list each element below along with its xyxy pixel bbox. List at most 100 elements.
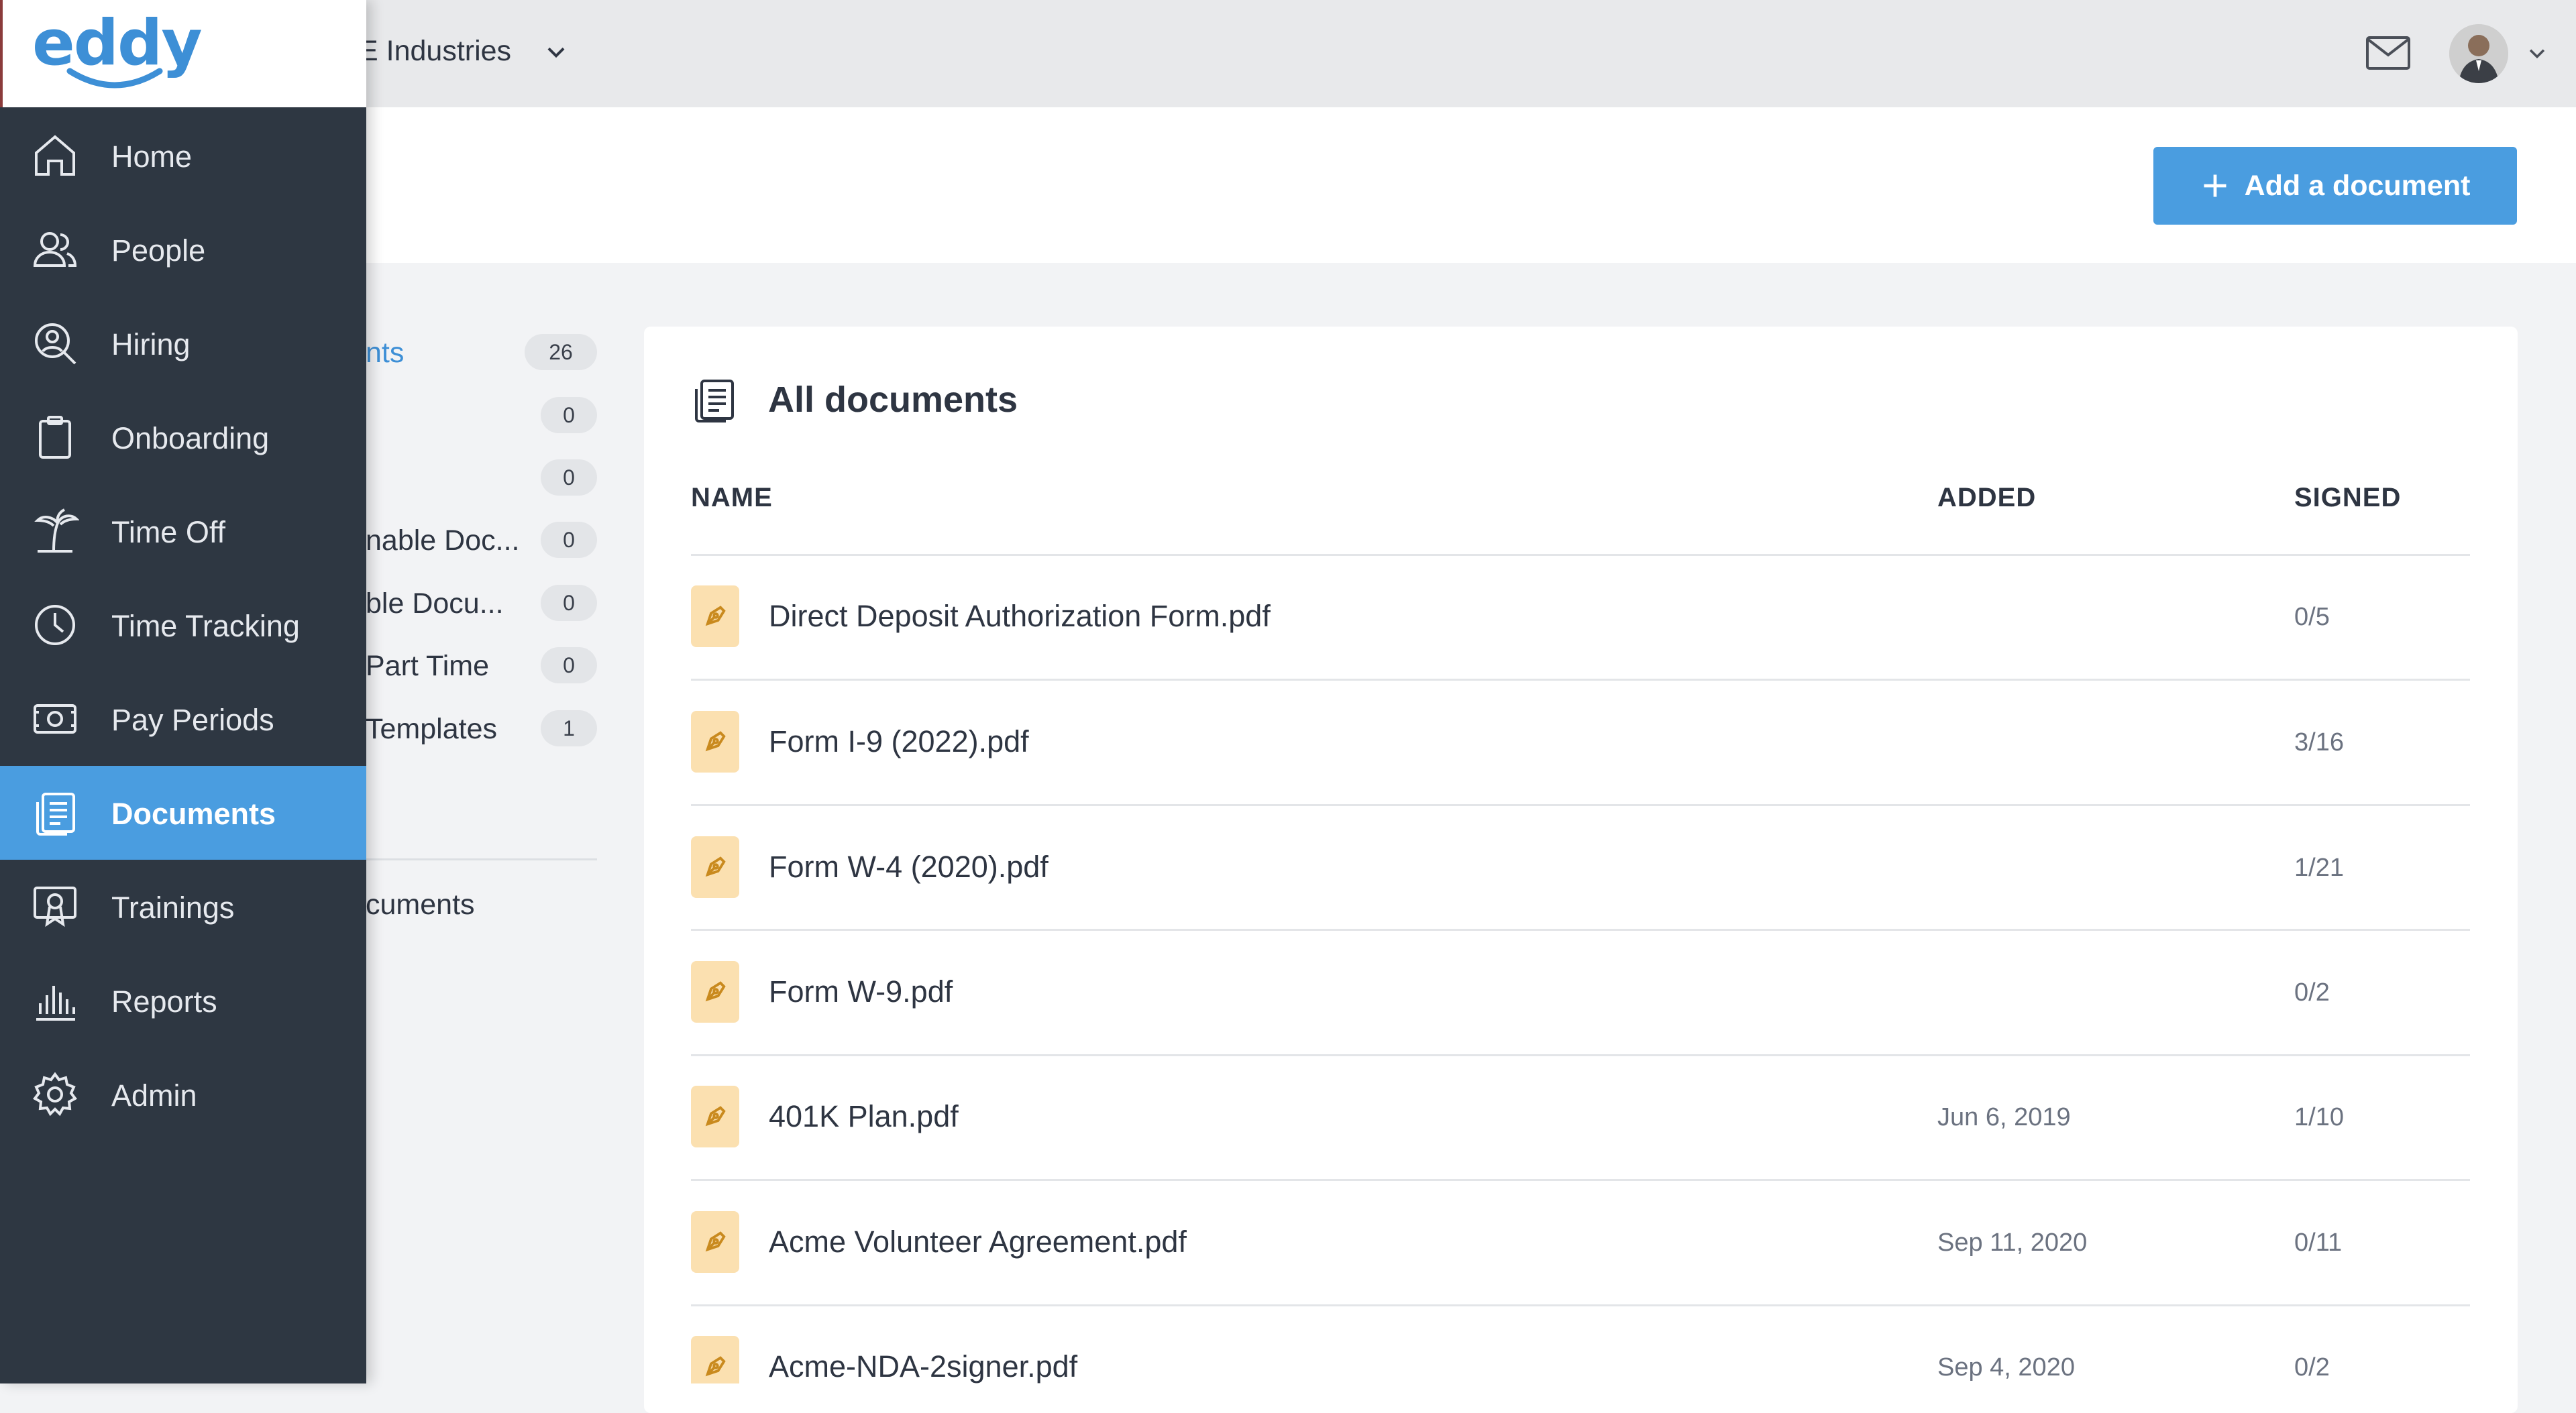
folder-count-badge: 0 <box>541 397 597 433</box>
bar-chart-icon <box>36 986 75 1021</box>
divider <box>366 858 597 860</box>
add-document-button[interactable]: Add a document <box>2153 147 2517 225</box>
table-row[interactable]: Form W-9.pdf 0/2 <box>691 961 2470 1084</box>
people-icon <box>33 232 77 267</box>
sidebar-item-label: Home <box>111 139 193 174</box>
divider <box>691 554 2470 556</box>
plus-icon <box>2204 174 2226 197</box>
page-title: All documents <box>768 380 1018 420</box>
table-row[interactable]: Form I-9 (2022).pdf 3/16 <box>691 711 2470 834</box>
sidebar-item-time-tracking[interactable]: Time Tracking <box>0 578 366 672</box>
divider <box>691 804 2470 806</box>
folder-count-badge: 0 <box>541 647 597 683</box>
sidebar-item-documents[interactable]: Documents <box>0 766 366 860</box>
table-row[interactable]: Direct Deposit Authorization Form.pdf 0/… <box>691 585 2470 709</box>
documents-icon <box>36 793 75 836</box>
document-name[interactable]: Form W-4 (2020).pdf <box>769 850 1049 885</box>
document-file-icon <box>691 585 739 647</box>
document-added: Sep 4, 2020 <box>1937 1353 2075 1381</box>
palm-tree-icon <box>34 508 79 553</box>
folder-count-badge: 0 <box>541 459 597 496</box>
document-signed: 0/11 <box>2294 1229 2343 1257</box>
document-name[interactable]: Acme-NDA-2signer.pdf <box>769 1349 1077 1383</box>
document-file-icon <box>691 1086 739 1147</box>
document-file-icon <box>691 711 739 773</box>
document-file-icon <box>691 1211 739 1273</box>
sidebar-item-label: Onboarding <box>111 421 270 455</box>
sidebar-item-hiring[interactable]: Hiring <box>0 296 366 390</box>
sidebar-item-label: Admin <box>111 1078 197 1113</box>
document-added: Sep 11, 2020 <box>1937 1229 2088 1257</box>
column-header-name[interactable]: NAME <box>691 483 773 513</box>
document-name[interactable]: Acme Volunteer Agreement.pdf <box>769 1225 1187 1259</box>
document-added: Jun 6, 2019 <box>1937 1103 2071 1131</box>
folder-label: ble Docu... <box>366 587 504 620</box>
avatar[interactable] <box>2449 24 2508 83</box>
folder-count-badge: 26 <box>525 334 597 370</box>
clipboard-icon <box>39 416 71 459</box>
sidebar-item-pay-periods[interactable]: Pay Periods <box>0 672 366 766</box>
top-bar: E Industries <box>0 0 2576 107</box>
column-header-signed[interactable]: SIGNED <box>2294 483 2401 513</box>
company-switcher[interactable]: E Industries <box>359 35 569 68</box>
logo-smile-icon <box>66 68 163 89</box>
trainings-icon <box>34 887 76 927</box>
document-name[interactable]: 401K Plan.pdf <box>769 1099 959 1134</box>
money-icon <box>34 704 76 734</box>
sidebar-item-label: Time Off <box>111 515 226 549</box>
gear-icon <box>33 1072 77 1117</box>
sidebar-item-label: People <box>111 233 206 268</box>
sidebar-item-admin[interactable]: Admin <box>0 1048 366 1141</box>
table-row[interactable]: Acme-NDA-2signer.pdf Sep 4, 2020 0/2 <box>691 1336 2470 1383</box>
sidebar-item-label: Hiring <box>111 327 191 361</box>
document-signed: 1/21 <box>2294 854 2344 882</box>
clock-icon <box>35 605 75 645</box>
logo[interactable]: eddy <box>0 0 366 107</box>
folder-count-badge: 1 <box>541 710 597 746</box>
document-file-icon <box>691 961 739 1023</box>
document-signed: 0/2 <box>2294 1353 2330 1381</box>
sidebar-item-label: Reports <box>111 984 217 1019</box>
folder-label: Part Time <box>366 650 489 682</box>
table-row[interactable]: 401K Plan.pdf Jun 6, 2019 1/10 <box>691 1086 2470 1209</box>
column-header-added[interactable]: ADDED <box>1937 483 2036 513</box>
user-photo-icon <box>2449 24 2508 83</box>
chevron-down-icon[interactable] <box>2526 42 2548 64</box>
divider <box>691 1304 2470 1306</box>
mail-icon[interactable] <box>2365 34 2412 72</box>
sidebar-item-onboarding[interactable]: Onboarding <box>0 390 366 484</box>
sidebar-item-label: Time Tracking <box>111 609 300 643</box>
divider <box>691 1179 2470 1181</box>
sidebar-item-reports[interactable]: Reports <box>0 954 366 1048</box>
divider <box>691 679 2470 681</box>
divider <box>691 1054 2470 1056</box>
documents-icon <box>695 380 734 422</box>
folder-count-badge: 0 <box>541 522 597 558</box>
sidebar-item-home[interactable]: Home <box>0 109 366 203</box>
chevron-down-icon <box>547 47 565 58</box>
divider <box>691 929 2470 931</box>
sidebar-item-time-off[interactable]: Time Off <box>0 484 366 578</box>
document-name[interactable]: Direct Deposit Authorization Form.pdf <box>769 599 1271 634</box>
sidebar: eddy Home People Hiring Onboarding Time … <box>0 0 366 1383</box>
sidebar-item-trainings[interactable]: Trainings <box>0 860 366 954</box>
sidebar-item-label: Pay Periods <box>111 703 274 737</box>
home-icon <box>35 135 75 176</box>
table-row[interactable]: Acme Volunteer Agreement.pdf Sep 11, 202… <box>691 1211 2470 1335</box>
table-row[interactable]: Form W-4 (2020).pdf 1/21 <box>691 836 2470 960</box>
other-documents-link[interactable]: cuments <box>366 889 475 921</box>
folder-label: Templates <box>366 713 497 745</box>
document-name[interactable]: Form I-9 (2022).pdf <box>769 724 1029 759</box>
folder-label: nts <box>366 337 405 369</box>
document-signed: 1/10 <box>2294 1103 2344 1131</box>
document-file-icon <box>691 836 739 898</box>
document-signed: 0/5 <box>2294 603 2330 631</box>
company-name: E Industries <box>359 35 512 67</box>
sidebar-item-people[interactable]: People <box>0 203 366 296</box>
document-name[interactable]: Form W-9.pdf <box>769 974 953 1009</box>
document-signed: 3/16 <box>2294 728 2344 756</box>
sidebar-item-label: Trainings <box>111 891 235 925</box>
folder-count-badge: 0 <box>541 585 597 621</box>
hiring-icon <box>35 323 76 365</box>
folder-label: nable Doc... <box>366 524 520 557</box>
